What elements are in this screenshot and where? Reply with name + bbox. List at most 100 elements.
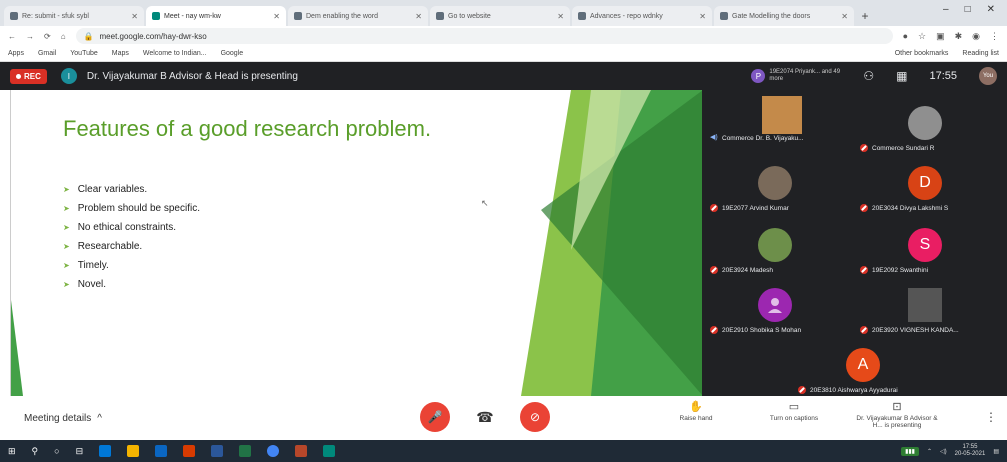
reading-list[interactable]: Reading list xyxy=(962,50,999,57)
bookmark-apps[interactable]: Apps xyxy=(8,50,24,57)
close-tab-icon[interactable]: ✕ xyxy=(131,12,138,21)
meet-favicon-icon xyxy=(152,12,160,20)
close-window-button[interactable]: ✕ xyxy=(987,4,995,15)
close-tab-icon[interactable]: ✕ xyxy=(273,12,280,21)
other-bookmarks[interactable]: Other bookmarks xyxy=(895,50,949,57)
close-tab-icon[interactable]: ✕ xyxy=(415,12,422,21)
bullet-text: Timely. xyxy=(77,260,109,271)
bullet-arrow-icon: ➤ xyxy=(63,204,70,213)
url-text: meet.google.com/hay-dwr-kso xyxy=(99,31,207,41)
close-tab-icon[interactable]: ✕ xyxy=(557,12,564,21)
meet-app-icon[interactable] xyxy=(323,445,336,457)
taskview-icon[interactable]: ⊟ xyxy=(76,446,84,457)
raise-hand-button[interactable]: ✋ Raise hand xyxy=(656,400,736,429)
volume-icon[interactable]: ◁) xyxy=(940,448,947,455)
extension-icon[interactable]: ▣ xyxy=(936,31,945,42)
browser-tab[interactable]: Re: submit - sfuk sybl ✕ xyxy=(4,6,144,26)
raise-hand-label: Raise hand xyxy=(679,415,713,422)
participant-name: 20E3810 Aishwarya Ayyadurai xyxy=(810,386,898,394)
task-view-icon[interactable]: ○ xyxy=(54,446,59,456)
participant-tile[interactable]: A 20E3810 Aishwarya Ayyadurai xyxy=(790,346,940,396)
edge-icon[interactable] xyxy=(99,445,112,457)
office-icon[interactable] xyxy=(183,445,196,457)
participant-name: 20E2910 Shobika S Mohan xyxy=(722,326,802,334)
bookmark-youtube[interactable]: YouTube xyxy=(70,50,98,57)
meeting-details-button[interactable]: Meeting details ^ xyxy=(24,413,102,424)
participant-label: 20E3810 Aishwarya Ayyadurai xyxy=(798,386,944,394)
notification-icon[interactable]: ▤ xyxy=(993,448,999,455)
battery-indicator-icon[interactable]: ▮▮▮ xyxy=(901,446,919,456)
captions-label: Turn on captions xyxy=(769,415,819,422)
mic-muted-icon xyxy=(710,266,718,274)
powerpoint-icon[interactable] xyxy=(295,445,308,457)
search-icon[interactable]: ⚲ xyxy=(32,446,39,457)
mouse-cursor-icon: ↖ xyxy=(481,198,489,208)
layout-icon[interactable]: ▦ xyxy=(896,69,907,83)
record-dot-icon xyxy=(16,73,21,79)
excel-icon[interactable] xyxy=(239,445,252,457)
bookmark-welcome[interactable]: Welcome to Indian... xyxy=(143,50,207,57)
bullet-text: No ethical constraints. xyxy=(77,222,177,233)
minimize-button[interactable]: – xyxy=(943,4,949,15)
captions-button[interactable]: ▭ Turn on captions xyxy=(754,400,834,429)
browser-tab[interactable]: Gate Modelling the doors ✕ xyxy=(714,6,854,26)
bullet-text: Problem should be specific. xyxy=(77,203,200,214)
hang-up-button[interactable]: ☎ xyxy=(470,402,500,432)
meet-bottom-toolbar: Meeting details ^ 🎤 ☎ ⊘ ✋ Raise hand ▭ Tur… xyxy=(0,396,1007,440)
bookmark-maps[interactable]: Maps xyxy=(112,50,129,57)
url-input[interactable]: 🔒 meet.google.com/hay-dwr-kso xyxy=(75,28,893,44)
participant-label: 20E3924 Madesh xyxy=(710,266,856,274)
participant-tile[interactable]: 20E3920 VIGNESH KANDA... xyxy=(852,286,1002,336)
back-icon[interactable]: ← xyxy=(8,32,16,41)
star-icon[interactable]: ☆ xyxy=(918,31,926,42)
close-tab-icon[interactable]: ✕ xyxy=(699,12,706,21)
bullet-arrow-icon: ➤ xyxy=(63,280,70,289)
windows-start-icon[interactable]: ⊞ xyxy=(8,446,16,457)
profile-icon[interactable]: ◉ xyxy=(972,31,980,42)
mic-muted-icon xyxy=(860,144,868,152)
participant-tile[interactable]: S 19E2092 Swanthini xyxy=(852,226,1002,276)
mic-off-button[interactable]: 🎤 xyxy=(420,402,450,432)
browser-tab[interactable]: Dem enabling the word ✕ xyxy=(288,6,428,26)
system-clock[interactable]: 17:55 20-05-2021 xyxy=(955,444,986,458)
store-icon[interactable] xyxy=(155,445,168,457)
participant-tile[interactable]: 20E2910 Shobika S Mohan xyxy=(702,286,852,336)
chrome-icon[interactable] xyxy=(267,445,280,457)
system-date: 20-05-2021 xyxy=(954,451,986,457)
file-explorer-icon[interactable] xyxy=(127,445,140,457)
camera-icon[interactable]: ● xyxy=(903,31,908,42)
close-tab-icon[interactable]: ✕ xyxy=(841,12,848,21)
presenting-button[interactable]: ⊡ Dr. Vijayakumar B Advisor & H... is pre… xyxy=(852,400,942,429)
participant-label: 19E2092 Swanthini xyxy=(860,266,1006,274)
participant-name: 19E2077 Arvind Kumar xyxy=(722,204,789,212)
puzzle-icon[interactable]: ✱ xyxy=(955,31,963,42)
slide-bullet: ➤ Researchable. xyxy=(63,241,200,252)
browser-tab[interactable]: Advances - repo wdnky ✕ xyxy=(572,6,712,26)
more-options-icon[interactable]: ⋮ xyxy=(985,410,997,424)
menu-icon[interactable]: ⋮ xyxy=(990,31,999,42)
participant-tile[interactable]: 19E2077 Arvind Kumar xyxy=(702,164,852,214)
participant-tile[interactable]: 20E3924 Madesh xyxy=(702,226,852,276)
forward-icon[interactable]: → xyxy=(26,32,34,41)
browser-tab[interactable]: Go to website ✕ xyxy=(430,6,570,26)
reload-icon[interactable]: ⟳ xyxy=(44,32,51,41)
participant-tile[interactable]: ◀) Commerce Dr. B. Vijayaku... xyxy=(702,94,852,144)
word-icon[interactable] xyxy=(211,445,224,457)
bookmark-gmail[interactable]: Gmail xyxy=(38,50,56,57)
new-tab-button[interactable]: + xyxy=(856,6,874,26)
right-controls: ✋ Raise hand ▭ Turn on captions ⊡ Dr. Vijay… xyxy=(656,400,942,429)
pinned-participant-avatar[interactable]: P xyxy=(751,69,766,83)
bookmark-google[interactable]: Google xyxy=(221,50,244,57)
captions-icon: ▭ xyxy=(788,401,800,413)
self-avatar[interactable]: You xyxy=(979,67,997,85)
browser-tab-active[interactable]: Meet - nay wm-kw ✕ xyxy=(146,6,286,26)
participant-tile[interactable]: Commerce Sundari R xyxy=(852,104,1002,154)
camera-off-button[interactable]: ⊘ xyxy=(520,402,550,432)
bullet-arrow-icon: ➤ xyxy=(63,261,70,270)
participant-tile[interactable]: D 20E3034 Divya Lakshmi S xyxy=(852,164,1002,214)
participant-photo xyxy=(908,288,942,322)
people-icon[interactable]: ⚇ xyxy=(863,69,874,83)
network-icon[interactable]: ⌃ xyxy=(927,448,932,455)
maximize-button[interactable]: □ xyxy=(965,4,971,15)
home-icon[interactable]: ⌂ xyxy=(61,32,66,41)
